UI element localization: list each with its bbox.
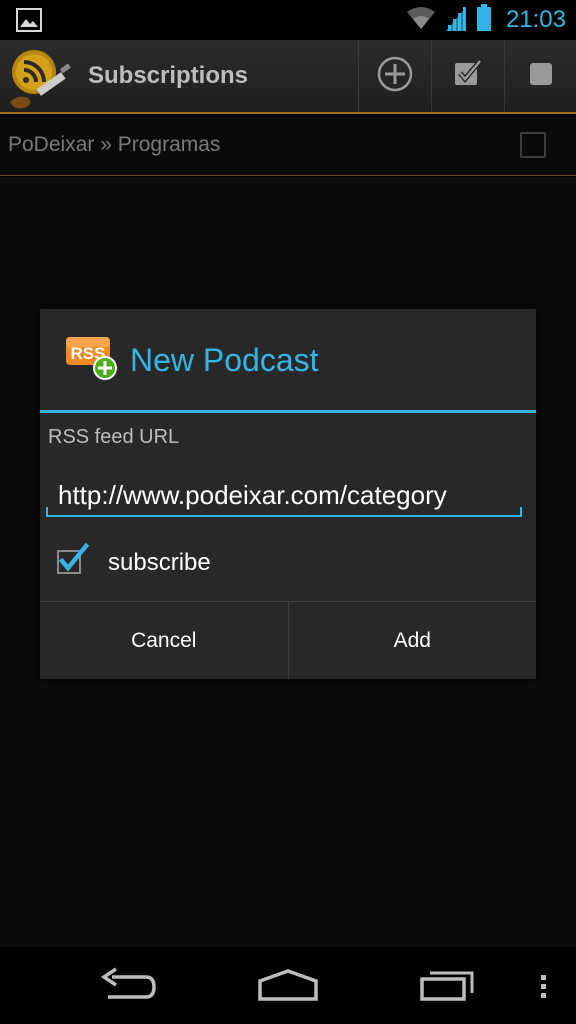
back-button[interactable]	[98, 965, 158, 1010]
action-bar-title: Subscriptions	[88, 62, 249, 89]
home-icon	[256, 969, 320, 1009]
clock: 21:03	[505, 6, 566, 33]
app-logo-icon[interactable]	[6, 44, 76, 112]
battery-icon	[476, 3, 492, 37]
home-button[interactable]	[256, 965, 320, 1010]
wifi-icon	[406, 6, 436, 35]
dialog-button-bar: Cancel Add	[40, 601, 536, 679]
list-item-label: PoDeixar » Programas	[8, 133, 221, 156]
rss-add-icon: RSS	[66, 335, 118, 381]
dialog-title: New Podcast	[130, 342, 319, 378]
recents-icon	[418, 971, 480, 1009]
cancel-button[interactable]: Cancel	[40, 602, 288, 679]
back-icon	[98, 967, 158, 1009]
add-podcast-button[interactable]	[358, 40, 430, 112]
input-underline-corner	[520, 507, 522, 517]
rss-feed-url-input[interactable]	[46, 469, 522, 517]
rss-feed-url-label: RSS feed URL	[48, 426, 180, 448]
menu-icon	[536, 975, 550, 1009]
subscribe-checkbox[interactable]	[57, 543, 90, 577]
deselect-all-button[interactable]	[504, 40, 576, 112]
add-circle-icon	[377, 56, 413, 97]
list-item[interactable]: PoDeixar » Programas	[0, 116, 576, 176]
menu-button[interactable]	[536, 965, 550, 1010]
navigation-bar	[0, 947, 576, 1024]
checked-box-icon	[453, 58, 483, 94]
subscribe-label: subscribe	[108, 549, 211, 576]
image-notification-icon	[16, 8, 42, 37]
list-item-checkbox[interactable]	[520, 132, 546, 158]
select-all-button[interactable]	[431, 40, 503, 112]
action-bar: Subscriptions	[0, 40, 576, 114]
signal-icon	[444, 5, 468, 36]
add-button[interactable]: Add	[287, 602, 537, 679]
dialog-header: RSS New Podcast	[40, 309, 536, 413]
input-underline-corner	[46, 507, 48, 517]
new-podcast-dialog: RSS New Podcast RSS feed URL subscribe C…	[40, 309, 536, 679]
status-bar: 21:03	[0, 0, 576, 40]
recents-button[interactable]	[418, 965, 480, 1010]
subscribe-checkbox-row[interactable]: subscribe	[57, 543, 211, 583]
square-icon	[528, 61, 554, 92]
